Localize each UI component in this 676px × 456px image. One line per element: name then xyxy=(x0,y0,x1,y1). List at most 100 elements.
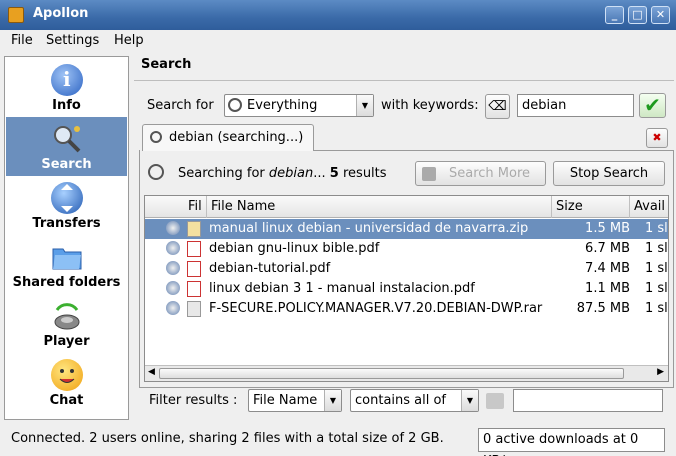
table-row[interactable]: F-SECURE.POLICY.MANAGER.V7.20.DEBIAN-DWP… xyxy=(145,299,668,319)
result-count: 5 xyxy=(329,166,339,181)
clear-keywords-button[interactable]: ⌫ xyxy=(485,94,510,119)
tab-search-debian[interactable]: debian (searching...) xyxy=(142,124,314,151)
sidebar-item-shared-folders[interactable]: Shared folders xyxy=(6,235,127,294)
stop-search-button[interactable]: Stop Search xyxy=(553,161,665,186)
source-icon xyxy=(166,281,180,295)
search-status-text: Searching for debian... 5 results xyxy=(178,166,387,181)
sidebar-item-search[interactable]: Search xyxy=(6,117,127,176)
sidebar-item-chat[interactable]: Chat xyxy=(6,353,127,412)
filter-apply-icon[interactable] xyxy=(486,393,504,409)
search-icon xyxy=(148,164,164,180)
horizontal-scrollbar[interactable]: ◀ ▶ xyxy=(145,365,668,381)
sidebar-item-label: Player xyxy=(43,334,90,349)
connection-status: Connected. 2 users online, sharing 2 fil… xyxy=(11,431,444,446)
pdf-file-icon xyxy=(187,241,201,257)
table-row[interactable]: debian gnu-linux bible.pdf 6.7 MB 1 sl xyxy=(145,239,668,259)
table-header: Fil File Name Size Avail xyxy=(145,196,668,218)
category-value: Everything xyxy=(247,98,318,113)
avail-cell: 1 sl xyxy=(645,221,668,236)
filter-mode-select[interactable]: contains all of ▼ xyxy=(350,389,479,412)
menu-file[interactable]: File xyxy=(11,33,33,48)
search-panel: Search Search for Everything ▼ with keyw… xyxy=(134,52,674,424)
close-tab-button[interactable]: ✖ xyxy=(646,128,668,148)
search-more-button[interactable]: Search More xyxy=(415,161,546,186)
file-name-cell: debian-tutorial.pdf xyxy=(209,261,331,276)
scroll-right-icon[interactable]: ▶ xyxy=(657,367,664,377)
avail-cell: 1 sl xyxy=(645,261,668,276)
search-icon xyxy=(51,123,83,155)
chevron-down-icon: ▼ xyxy=(356,95,373,116)
divider xyxy=(134,80,674,81)
pdf-file-icon xyxy=(187,281,201,297)
source-icon xyxy=(166,241,180,255)
size-cell: 6.7 MB xyxy=(585,241,630,256)
column-header-type[interactable]: Fil xyxy=(183,196,207,218)
sidebar-item-label: Transfers xyxy=(32,216,101,231)
sidebar-item-label: Search xyxy=(41,157,92,172)
chevron-down-icon: ▼ xyxy=(324,390,341,411)
status-bar: Connected. 2 users online, sharing 2 fil… xyxy=(0,426,676,456)
search-icon xyxy=(228,98,242,112)
zip-file-icon xyxy=(187,221,201,237)
minimize-button[interactable]: _ xyxy=(605,6,624,24)
search-more-icon xyxy=(422,167,436,181)
downloads-status: 0 active downloads at 0 KB/s xyxy=(478,428,665,456)
column-header-avail[interactable]: Avail xyxy=(630,196,668,218)
table-row[interactable]: linux debian 3 1 - manual instalacion.pd… xyxy=(145,279,668,299)
start-search-button[interactable]: ✔ xyxy=(639,93,666,118)
info-icon: i xyxy=(51,64,83,96)
avail-cell: 1 sl xyxy=(645,241,668,256)
file-name-cell: manual linux debian - universidad de nav… xyxy=(209,221,529,236)
results-table: Fil File Name Size Avail manual linux de… xyxy=(144,195,669,382)
sidebar-item-label: Info xyxy=(52,98,81,113)
sidebar: i Info Search Transfers Shared folders P… xyxy=(4,56,129,420)
table-row[interactable]: manual linux debian - universidad de nav… xyxy=(145,219,668,239)
close-button[interactable]: ✕ xyxy=(651,6,670,24)
folder-icon xyxy=(51,241,83,273)
menu-help[interactable]: Help xyxy=(114,33,144,48)
menu-bar: File Settings Help xyxy=(0,30,676,52)
close-tab-icon: ✖ xyxy=(652,131,662,144)
status-prefix: Searching for xyxy=(178,166,265,181)
rar-file-icon xyxy=(187,301,201,317)
filter-field-select[interactable]: File Name ▼ xyxy=(248,389,342,412)
maximize-button[interactable]: □ xyxy=(628,6,647,24)
column-header-size[interactable]: Size xyxy=(552,196,630,218)
sidebar-item-info[interactable]: i Info xyxy=(6,58,127,117)
column-header-name[interactable]: File Name xyxy=(207,196,552,218)
status-term: debian xyxy=(268,166,314,181)
keywords-input[interactable]: debian xyxy=(517,94,634,117)
search-for-label: Search for xyxy=(147,98,214,113)
size-cell: 87.5 MB xyxy=(576,301,630,316)
clear-icon: ⌫ xyxy=(488,99,507,114)
window-title: Apollon xyxy=(33,6,89,21)
scroll-left-icon[interactable]: ◀ xyxy=(148,367,155,377)
table-row[interactable]: debian-tutorial.pdf 7.4 MB 1 sl xyxy=(145,259,668,279)
status-ellipsis: ... xyxy=(313,166,326,181)
size-cell: 1.5 MB xyxy=(585,221,630,236)
pdf-file-icon xyxy=(187,261,201,277)
title-bar: Apollon _ □ ✕ xyxy=(0,0,676,30)
sidebar-item-label: Shared folders xyxy=(12,275,121,290)
filter-mode-value: contains all of xyxy=(355,393,447,408)
tab-label: debian (searching...) xyxy=(169,130,304,145)
scrollbar-thumb[interactable] xyxy=(159,368,624,379)
filter-field-value: File Name xyxy=(253,393,318,408)
page-title: Search xyxy=(141,57,192,72)
app-icon xyxy=(8,7,24,23)
keywords-value: debian xyxy=(522,98,567,113)
file-name-cell: F-SECURE.POLICY.MANAGER.V7.20.DEBIAN-DWP… xyxy=(209,301,543,316)
sidebar-item-player[interactable]: Player xyxy=(6,294,127,353)
checkmark-icon: ✔ xyxy=(644,93,661,117)
avail-cell: 1 sl xyxy=(645,281,668,296)
category-select[interactable]: Everything ▼ xyxy=(224,94,374,117)
chevron-down-icon: ▼ xyxy=(461,390,478,411)
search-icon xyxy=(150,131,162,143)
menu-settings[interactable]: Settings xyxy=(46,33,99,48)
results-word: results xyxy=(342,166,387,181)
sidebar-item-transfers[interactable]: Transfers xyxy=(6,176,127,235)
filter-text-input[interactable] xyxy=(513,389,663,412)
player-icon xyxy=(51,300,83,332)
filter-label: Filter results : xyxy=(149,393,238,408)
source-icon xyxy=(166,301,180,315)
